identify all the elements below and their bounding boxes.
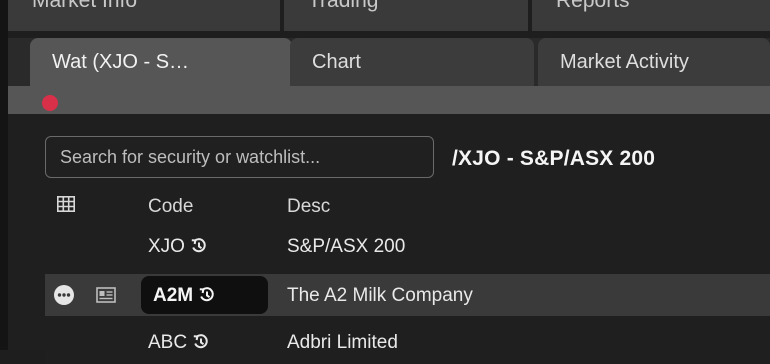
row-code: XJO [148, 236, 185, 257]
top-tab-label: Market Info [32, 0, 138, 12]
row-code: A2M [153, 285, 194, 306]
tab-market-activity[interactable]: Market Activity [538, 38, 770, 86]
history-icon[interactable] [193, 334, 209, 350]
card-icon[interactable] [96, 287, 116, 303]
tab-label: Chart [312, 51, 361, 73]
row-desc: S&P/ASX 200 [287, 236, 406, 257]
column-header-code[interactable]: Code [148, 196, 193, 218]
top-tab-bar: Market Info Trading Reports [8, 0, 770, 38]
row-code-cell[interactable]: XJO [148, 236, 207, 258]
top-tab-market-info[interactable]: Market Info [8, 0, 280, 31]
status-indicator-dot [42, 95, 58, 111]
panel-tab-bar: Wat (XJO - S… Chart Market Activity [8, 38, 770, 86]
row-code-cell[interactable]: ABC [148, 332, 209, 354]
panel-header-band [8, 86, 770, 114]
history-icon[interactable] [199, 287, 215, 303]
tab-label: Wat (XJO - S… [52, 51, 190, 73]
row-code-cell[interactable]: A2M [153, 285, 215, 307]
left-edge-strip [0, 0, 8, 350]
row-desc: The A2 Milk Company [287, 285, 473, 306]
row-desc: Adbri Limited [287, 332, 398, 353]
grid-icon[interactable] [57, 196, 75, 212]
tab-watchlist[interactable]: Wat (XJO - S… [30, 38, 292, 86]
page-title: /XJO - S&P/ASX 200 [452, 147, 656, 170]
column-header-desc[interactable]: Desc [287, 196, 330, 218]
top-tab-label: Trading [308, 0, 379, 12]
tab-chart[interactable]: Chart [290, 38, 534, 86]
more-icon[interactable] [54, 285, 74, 305]
security-search-input[interactable] [45, 136, 434, 178]
top-tab-label: Reports [556, 0, 630, 12]
top-tab-trading[interactable]: Trading [284, 0, 528, 31]
tab-label: Market Activity [560, 51, 689, 73]
history-icon[interactable] [191, 238, 207, 254]
top-tab-reports[interactable]: Reports [532, 0, 770, 31]
